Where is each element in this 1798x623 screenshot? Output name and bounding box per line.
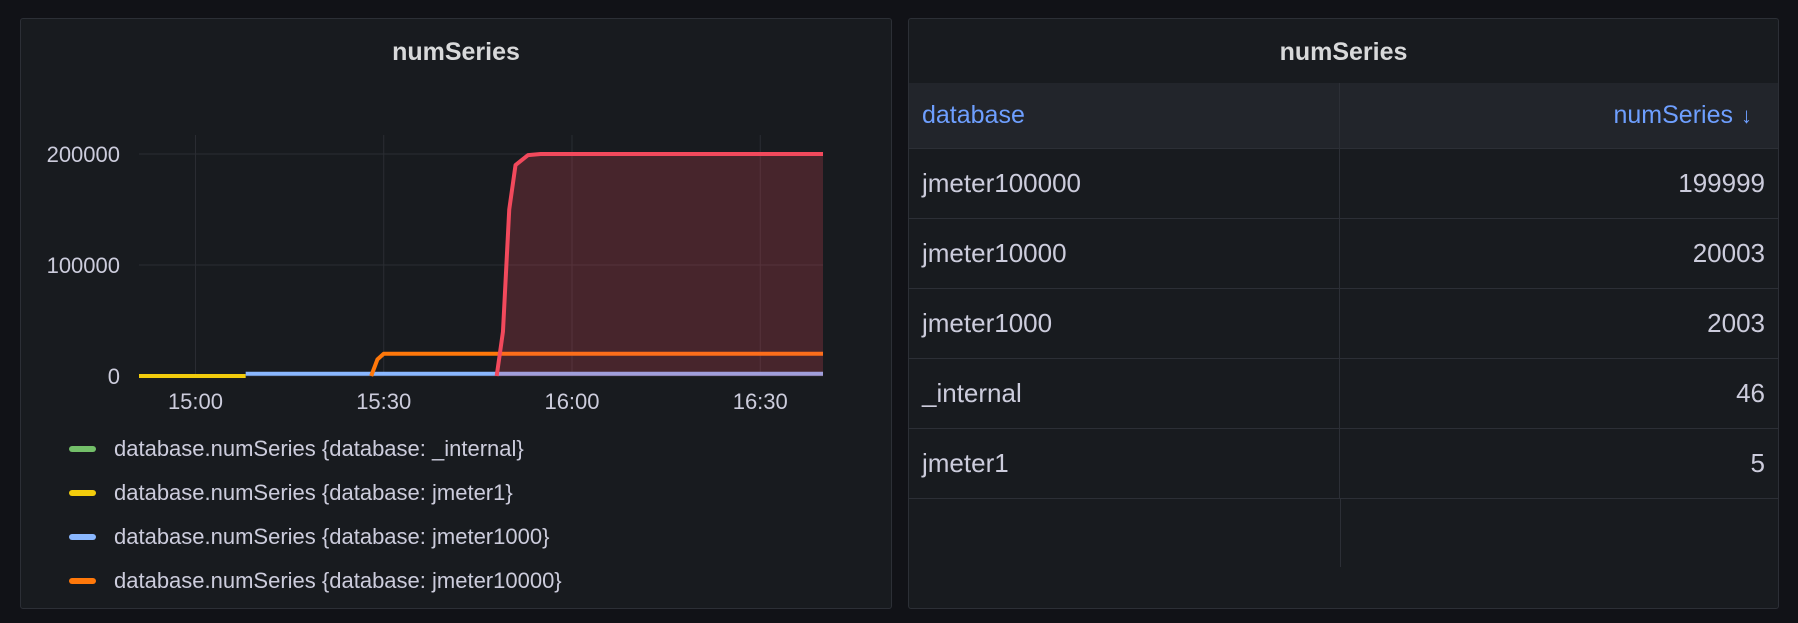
- table-panel: numSeries database numSeries ↓ jmeter100…: [908, 18, 1779, 609]
- table-row[interactable]: jmeter1000 2003: [909, 289, 1778, 359]
- timeseries-panel: numSeries 15:00 15:30 16:00 16:30 0 100000 200…: [20, 18, 892, 609]
- cell-database: jmeter10000: [909, 219, 1340, 288]
- legend-item[interactable]: database.numSeries {database: jmeter1000…: [69, 515, 562, 559]
- column-header-label: numSeries: [1613, 101, 1734, 129]
- x-tick-label: 16:30: [733, 389, 788, 414]
- legend-label: database.numSeries {database: jmeter1}: [114, 480, 513, 505]
- sort-descending-icon: ↓: [1741, 102, 1752, 128]
- y-tick-label: 0: [108, 364, 120, 389]
- legend-color-swatch: [69, 446, 96, 452]
- x-tick-label: 15:30: [356, 389, 411, 414]
- x-tick-label: 16:00: [544, 389, 599, 414]
- legend-color-swatch: [69, 534, 96, 540]
- column-header-label: database: [922, 101, 1025, 129]
- panel-title: numSeries: [1279, 38, 1408, 66]
- y-tick-label: 200000: [47, 142, 120, 167]
- cell-numseries: 46: [1736, 378, 1765, 408]
- chart-legend: database.numSeries {database: _internal}…: [69, 427, 562, 603]
- table-header: database numSeries ↓: [909, 83, 1778, 149]
- cell-numseries: 5: [1750, 448, 1765, 478]
- legend-label: database.numSeries {database: _internal}: [114, 436, 524, 461]
- column-header-database[interactable]: database: [909, 83, 1340, 148]
- legend-label: database.numSeries {database: jmeter1000…: [114, 524, 550, 549]
- cell-numseries: 2003: [1707, 308, 1765, 338]
- cell-database: jmeter100000: [909, 149, 1340, 218]
- legend-color-swatch: [69, 490, 96, 496]
- column-header-numseries[interactable]: numSeries ↓: [1340, 83, 1778, 148]
- series-area-fill: [496, 154, 823, 376]
- legend-item[interactable]: database.numSeries {database: jmeter1000…: [69, 559, 562, 603]
- table-body: jmeter100000 199999 jmeter10000 20003 jmeter…: [909, 149, 1778, 499]
- cell-database: jmeter1: [909, 429, 1340, 498]
- table-row[interactable]: jmeter10000 20003: [909, 219, 1778, 289]
- table-row[interactable]: jmeter100000 199999: [909, 149, 1778, 219]
- table-row[interactable]: jmeter1 5: [909, 429, 1778, 499]
- legend-color-swatch: [69, 578, 96, 584]
- x-tick-label: 15:00: [168, 389, 223, 414]
- numseries-chart: 15:00 15:30 16:00 16:30 0 100000 200000: [47, 135, 823, 414]
- y-tick-label: 100000: [47, 253, 120, 278]
- cell-numseries: 20003: [1692, 238, 1765, 268]
- cell-numseries: 199999: [1678, 168, 1765, 198]
- table-empty-space: [909, 499, 1778, 567]
- legend-label: database.numSeries {database: jmeter1000…: [114, 568, 562, 593]
- legend-item[interactable]: database.numSeries {database: _internal}: [69, 427, 562, 471]
- cell-database: _internal: [909, 359, 1340, 428]
- legend-item[interactable]: database.numSeries {database: jmeter1}: [69, 471, 562, 515]
- table-row[interactable]: _internal 46: [909, 359, 1778, 429]
- cell-database: jmeter1000: [909, 289, 1340, 358]
- data-table: database numSeries ↓ jmeter100000 199999 j…: [909, 83, 1778, 567]
